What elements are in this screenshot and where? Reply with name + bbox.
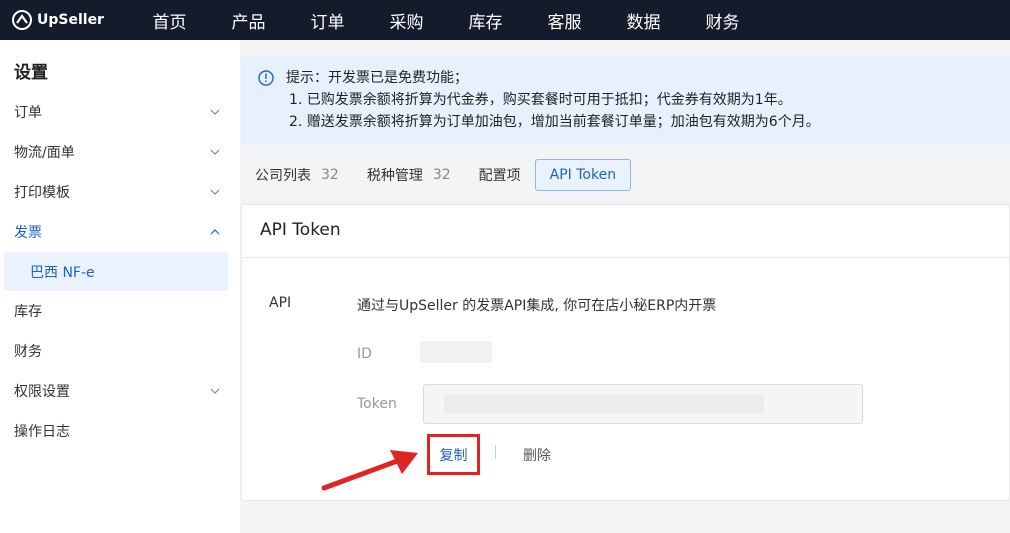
sidebar-item-print-templates[interactable]: 打印模板 — [0, 172, 240, 212]
sidebar-item-label: 订单 — [14, 105, 42, 121]
token-value-redacted — [444, 395, 764, 413]
copy-button[interactable]: 复制 — [427, 434, 480, 475]
sidebar-item-label: 财务 — [14, 344, 42, 360]
tab-label: API Token — [549, 167, 617, 183]
tab-label: 公司列表 — [255, 168, 311, 184]
sidebar-item-invoice[interactable]: 发票 — [0, 212, 240, 252]
notice-line-1: 提示：开发票已是免费功能； — [286, 70, 468, 86]
api-label: API — [269, 295, 292, 311]
chevron-down-icon — [210, 388, 220, 394]
chevron-up-icon — [210, 229, 220, 235]
nav-purchase[interactable]: 采购 — [367, 8, 446, 33]
nav-finance[interactable]: 财务 — [683, 8, 762, 33]
top-nav-bar: UpSeller 首页 产品 订单 采购 库存 客服 数据 财务 — [0, 0, 1010, 40]
sidebar-item-logistics[interactable]: 物流/面单 — [0, 132, 240, 172]
nav-orders[interactable]: 订单 — [288, 8, 367, 33]
app-logo[interactable]: UpSeller — [0, 10, 130, 30]
invoice-tabs: 公司列表 32 税种管理 32 配置项 API Token — [241, 158, 1010, 192]
tab-config[interactable]: 配置项 — [465, 159, 535, 191]
api-description: 通过与UpSeller 的发票API集成, 你可在店小秘ERP内开票 — [357, 298, 717, 314]
sidebar-item-finance[interactable]: 财务 — [0, 331, 240, 371]
upseller-logo-icon — [12, 10, 32, 30]
sidebar-item-permissions[interactable]: 权限设置 — [0, 371, 240, 411]
tab-count: 32 — [432, 167, 451, 183]
logo-text: UpSeller — [37, 12, 104, 28]
nav-inventory[interactable]: 库存 — [446, 8, 525, 33]
nav-customer-service[interactable]: 客服 — [525, 8, 604, 33]
info-icon — [258, 70, 274, 86]
red-arrow-annotation — [321, 450, 418, 491]
settings-sidebar: 设置 订单 物流/面单 打印模板 发票 巴西 NF-e 库存 财务 权限设置 操… — [0, 40, 240, 533]
sidebar-title: 设置 — [14, 63, 48, 83]
main-nav: 首页 产品 订单 采购 库存 客服 数据 财务 — [130, 8, 762, 33]
nav-data[interactable]: 数据 — [604, 8, 683, 33]
delete-button[interactable]: 删除 — [523, 445, 551, 465]
tab-label: 税种管理 — [366, 168, 423, 184]
id-value-redacted — [420, 341, 492, 363]
sidebar-item-label: 操作日志 — [14, 424, 70, 440]
chevron-down-icon — [210, 149, 220, 155]
sidebar-item-label: 库存 — [14, 304, 42, 320]
sidebar-item-label: 发票 — [14, 225, 42, 241]
sidebar-item-label: 权限设置 — [14, 384, 70, 400]
tab-api-token[interactable]: API Token — [534, 159, 632, 191]
nav-home[interactable]: 首页 — [130, 8, 209, 33]
sidebar-item-operation-log[interactable]: 操作日志 — [0, 411, 240, 451]
sidebar-item-label: 物流/面单 — [14, 145, 75, 161]
chevron-down-icon — [210, 109, 220, 115]
token-field[interactable] — [423, 384, 863, 424]
tab-count: 32 — [321, 167, 339, 183]
tab-label: 配置项 — [478, 168, 521, 184]
id-label: ID — [357, 346, 372, 362]
tab-company-list[interactable]: 公司列表 32 — [241, 159, 353, 191]
sidebar-item-label: 打印模板 — [14, 185, 70, 201]
main-content: 提示：开发票已是免费功能； 1. 已购发票余额将折算为代金券，购买套餐时可用于抵… — [241, 57, 1010, 501]
info-notice: 提示：开发票已是免费功能； 1. 已购发票余额将折算为代金券，购买套餐时可用于抵… — [241, 57, 1010, 145]
copy-label: 复制 — [439, 447, 468, 464]
chevron-down-icon — [210, 189, 220, 195]
token-label: Token — [357, 396, 397, 412]
card-title: API Token — [242, 205, 1009, 258]
notice-line-3: 2. 赠送发票余额将折算为订单加油包，增加当前套餐订单量；加油包有效期为6个月。 — [289, 114, 820, 130]
sidebar-item-orders[interactable]: 订单 — [0, 92, 240, 132]
action-divider — [495, 445, 496, 459]
notice-line-2: 1. 已购发票余额将折算为代金券，购买套餐时可用于抵扣；代金券有效期为1年。 — [289, 92, 792, 108]
nav-products[interactable]: 产品 — [209, 8, 288, 33]
sidebar-item-inventory[interactable]: 库存 — [0, 291, 240, 331]
sidebar-subitem-brazil-nfe[interactable]: 巴西 NF-e — [4, 252, 228, 291]
tab-tax-management[interactable]: 税种管理 32 — [353, 159, 465, 191]
